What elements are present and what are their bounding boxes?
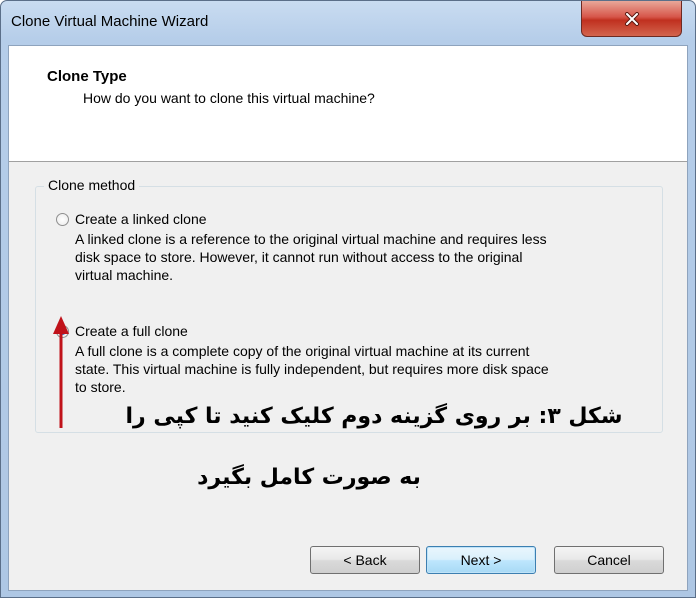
back-button[interactable]: < Back: [310, 546, 420, 574]
close-button[interactable]: [581, 1, 682, 37]
wizard-window: Clone Virtual Machine Wizard Clone Type …: [0, 0, 696, 598]
red-arrow-icon: [53, 316, 69, 428]
full-desc-line: A full clone is a complete copy of the o…: [75, 343, 530, 359]
annotation-line-2: به صورت کامل بگیرد: [197, 465, 421, 490]
option-full-clone[interactable]: Create a full clone: [56, 323, 188, 339]
close-icon: [624, 11, 639, 26]
option-linked-clone[interactable]: Create a linked clone: [56, 211, 207, 227]
linked-desc-line: A linked clone is a reference to the ori…: [75, 231, 547, 247]
cancel-button[interactable]: Cancel: [554, 546, 664, 574]
page-subtitle: How do you want to clone this virtual ma…: [83, 90, 375, 106]
full-clone-description: A full clone is a complete copy of the o…: [75, 342, 665, 396]
clone-method-group: Clone method Create a linked clone A lin…: [35, 177, 665, 433]
linked-desc-line: disk space to store. However, it cannot …: [75, 249, 523, 265]
linked-desc-line: virtual machine.: [75, 267, 174, 283]
wizard-client-area: Clone Type How do you want to clone this…: [8, 45, 688, 591]
linked-clone-label[interactable]: Create a linked clone: [75, 211, 207, 227]
window-title: Clone Virtual Machine Wizard: [11, 13, 209, 30]
annotation-line-1: شکل ۳: بر روی گزینه دوم کلیک کنید تا کپی…: [125, 404, 623, 429]
title-bar[interactable]: Clone Virtual Machine Wizard: [1, 1, 695, 45]
group-legend: Clone method: [44, 177, 140, 193]
page-title: Clone Type: [47, 68, 127, 85]
linked-clone-description: A linked clone is a reference to the ori…: [75, 230, 665, 284]
full-desc-line: state. This virtual machine is fully ind…: [75, 361, 549, 377]
full-desc-line: to store.: [75, 379, 126, 395]
next-button[interactable]: Next >: [426, 546, 536, 574]
radio-linked-clone[interactable]: [56, 212, 69, 226]
wizard-header: Clone Type How do you want to clone this…: [9, 46, 687, 162]
full-clone-label[interactable]: Create a full clone: [75, 323, 188, 339]
